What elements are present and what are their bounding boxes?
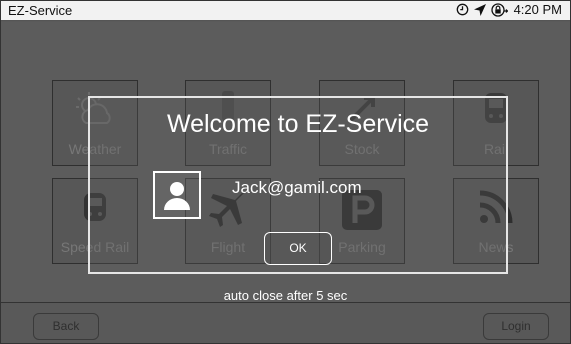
status-indicators: 4:20 PM <box>456 2 562 17</box>
status-bar: EZ-Service 4:20 PM <box>1 1 570 21</box>
app-window: EZ-Service 4:20 PM Weather Traffic Stock… <box>0 0 571 344</box>
status-time: 4:20 PM <box>513 2 562 17</box>
user-email: Jack@gamil.com <box>232 178 362 197</box>
back-button[interactable]: Back <box>33 313 99 340</box>
welcome-dialog: Welcome to EZ-Service Jack@gamil.com OK <box>88 96 508 274</box>
login-button[interactable]: Login <box>483 313 549 340</box>
ok-button[interactable]: OK <box>264 232 332 265</box>
app-title: EZ-Service <box>8 3 73 18</box>
location-arrow-icon <box>473 3 487 17</box>
user-avatar <box>153 171 201 219</box>
clock-icon <box>456 3 469 16</box>
auto-close-notice: auto close after 5 sec <box>223 288 348 303</box>
bottom-bar: Back Login <box>1 302 570 343</box>
dialog-title: Welcome to EZ-Service <box>166 110 430 138</box>
lock-icon <box>490 2 508 17</box>
user-icon <box>164 182 190 210</box>
